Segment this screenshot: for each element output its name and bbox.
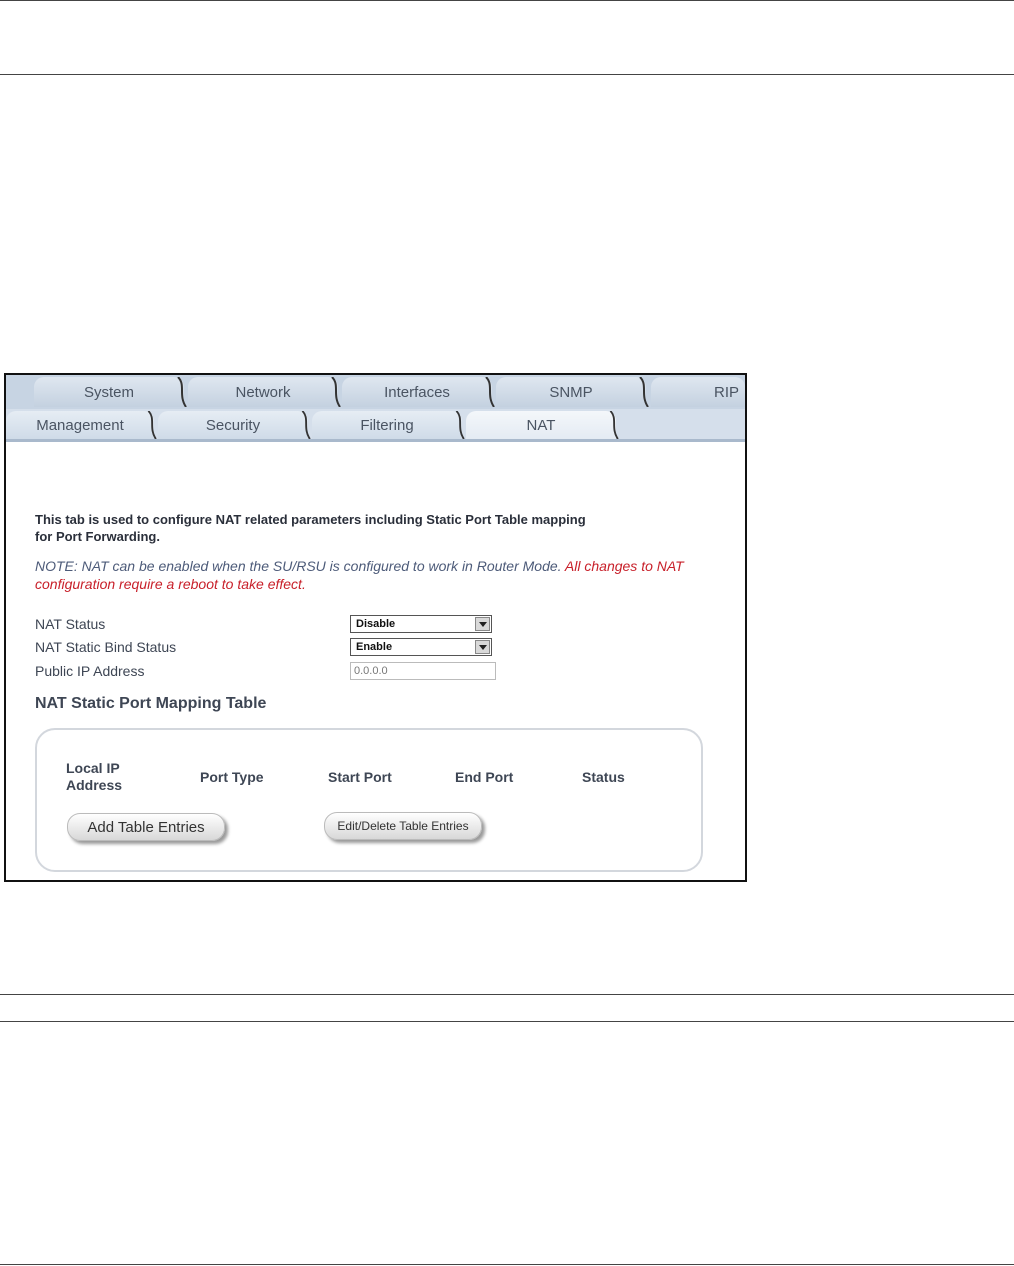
top-rule-upper [0, 0, 1014, 1]
intro-text: This tab is used to configure NAT relate… [35, 512, 586, 544]
bind-status-label: NAT Static Bind Status [35, 639, 177, 655]
public-ip-input[interactable]: 0.0.0.0 [350, 662, 496, 680]
table-title: NAT Static Port Mapping Table [35, 695, 267, 712]
tab-snmp-label: SNMP [549, 383, 593, 401]
column-port-type: Port Type [200, 769, 264, 785]
footer-rule-lower [0, 1021, 1014, 1022]
tab-nat-label: NAT [526, 416, 556, 434]
column-end-port: End Port [455, 769, 514, 785]
column-status: Status [582, 769, 625, 785]
tab-filtering[interactable]: Filtering [312, 411, 465, 439]
tab-rip[interactable]: RIP [651, 377, 745, 407]
public-ip-label: Public IP Address [35, 663, 145, 679]
nat-status-value: Disable [356, 618, 396, 630]
chevron-down-icon[interactable] [475, 640, 490, 654]
bottom-rule [0, 1264, 1014, 1265]
tab-network-label: Network [235, 383, 291, 401]
bind-status-select[interactable]: Enable [350, 638, 492, 656]
tab-interfaces[interactable]: Interfaces [342, 377, 495, 407]
tab-security-label: Security [205, 416, 261, 434]
tab-filtering-label: Filtering [360, 416, 414, 434]
chevron-down-icon[interactable] [475, 617, 490, 631]
edit-delete-entries-button[interactable]: Edit/Delete Table Entries [324, 812, 482, 840]
note-text: NOTE: NAT can be enabled when the SU/RSU… [35, 558, 565, 574]
tab-interfaces-label: Interfaces [384, 383, 450, 401]
add-table-entries-button[interactable]: Add Table Entries [67, 813, 225, 841]
tab-system-label: System [83, 383, 134, 401]
nat-tab-content: This tab is used to configure NAT relate… [6, 442, 745, 880]
tab-nat[interactable]: NAT [466, 411, 619, 439]
tab-management-label: Management [36, 416, 124, 434]
nat-status-select[interactable]: Disable [350, 615, 492, 633]
tab-management[interactable]: Management [6, 411, 157, 439]
top-rule-lower [0, 74, 1014, 75]
footer-rule-upper [0, 994, 1014, 995]
tab-bar-bottom: Management Security Filtering NAT [6, 409, 745, 442]
port-mapping-table: Local IP Address Port Type Start Port En… [35, 728, 703, 872]
tab-rip-label: RIP [713, 383, 739, 401]
nat-status-label: NAT Status [35, 616, 106, 632]
tab-divider-icon [609, 411, 619, 439]
screenshot-frame: System Network Interfaces SNMP RIP Manag… [4, 373, 747, 882]
tab-network[interactable]: Network [188, 377, 341, 407]
tab-bar-top: System Network Interfaces SNMP RIP [6, 375, 745, 409]
column-start-port: Start Port [328, 769, 392, 785]
nat-note: NOTE: NAT can be enabled when the SU/RSU… [35, 557, 715, 593]
bind-status-value: Enable [356, 641, 393, 653]
tab-system[interactable]: System [34, 377, 187, 407]
tab-security[interactable]: Security [158, 411, 311, 439]
tab-snmp[interactable]: SNMP [496, 377, 649, 407]
column-local-ip: Local IP Address [66, 760, 123, 793]
